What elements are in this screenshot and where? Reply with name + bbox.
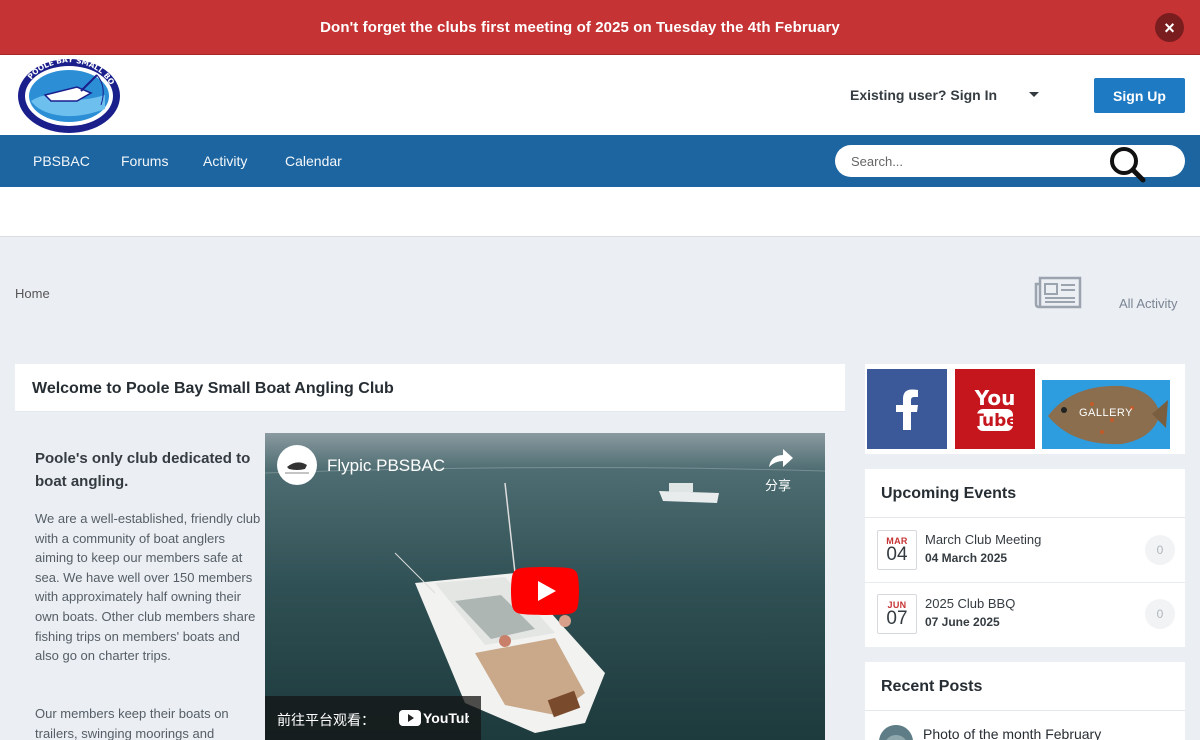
svg-text:You: You: [974, 386, 1016, 410]
event-date: 04 March 2025: [925, 551, 1008, 565]
watch-on-youtube-bar[interactable]: 前往平台观看： YouTube: [265, 696, 481, 740]
youtube-wordmark: YouTube: [423, 710, 469, 726]
upcoming-events-title: Upcoming Events: [881, 485, 1017, 502]
nav-item-pbsbac[interactable]: PBSBAC: [33, 153, 90, 169]
event-date: 07 June 2025: [925, 615, 1000, 629]
video-title[interactable]: Flypic PBSBAC: [327, 456, 445, 476]
divider: [865, 582, 1185, 583]
youtube-icon: You Tube: [972, 386, 1018, 431]
gallery-label: GALLERY: [1078, 407, 1134, 419]
svg-text:Tube: Tube: [972, 411, 1018, 431]
channel-logo-icon: [285, 462, 309, 474]
recent-posts-widget: Recent Posts Photo of the month February: [865, 662, 1185, 740]
main-nav: PBSBAC Forums Activity Calendar: [0, 135, 1200, 187]
event-name[interactable]: March Club Meeting: [925, 532, 1041, 547]
announcement-bar: Don't forget the clubs first meeting of …: [0, 0, 1200, 55]
event-name[interactable]: 2025 Club BBQ: [925, 596, 1015, 611]
welcome-panel-header: Welcome to Poole Bay Small Boat Angling …: [15, 364, 845, 412]
play-icon[interactable]: [511, 567, 579, 615]
video-player[interactable]: Flypic PBSBAC 分享 前往平台观看： YouTube: [265, 433, 825, 740]
chevron-down-icon[interactable]: [1029, 92, 1039, 97]
nav-item-calendar[interactable]: Calendar: [285, 153, 342, 169]
divider: [865, 710, 1185, 711]
close-icon: ×: [1164, 17, 1175, 38]
intro-paragraph: Our members keep their boats on trailers…: [35, 706, 229, 740]
event-item[interactable]: MAR 04 March Club Meeting 04 March 2025 …: [865, 518, 1185, 582]
avatar[interactable]: [879, 725, 913, 740]
page-title: Welcome to Poole Bay Small Boat Angling …: [32, 380, 394, 397]
club-logo-icon[interactable]: POOLE BAY SMALL BOAT A.C: [17, 57, 121, 133]
breadcrumb-home[interactable]: Home: [15, 286, 50, 301]
site-header: POOLE BAY SMALL BOAT A.C Existing user? …: [0, 55, 1200, 135]
event-date-badge: MAR 04: [877, 530, 917, 570]
search-input[interactable]: [851, 151, 1101, 171]
post-thumbnail: [879, 725, 913, 740]
social-links-panel: You Tube GALLERY: [865, 364, 1185, 454]
sub-nav-strip: [0, 187, 1200, 237]
recent-posts-title: Recent Posts: [881, 678, 983, 695]
watch-on-label: 前往平台观看：: [277, 712, 375, 728]
sign-up-button[interactable]: Sign Up: [1094, 78, 1185, 113]
gallery-link[interactable]: GALLERY: [1042, 380, 1170, 449]
channel-avatar[interactable]: [277, 445, 317, 485]
youtube-logo-icon: YouTube: [399, 710, 469, 726]
all-activity-link[interactable]: All Activity: [1119, 296, 1178, 311]
facebook-link[interactable]: [867, 369, 947, 449]
recent-post-title[interactable]: Photo of the month February: [923, 726, 1101, 740]
nav-item-forums[interactable]: Forums: [121, 153, 168, 169]
intro-paragraph: We are a well-established, friendly club…: [35, 511, 261, 664]
search-icon[interactable]: [1107, 145, 1147, 185]
nav-item-activity[interactable]: Activity: [203, 153, 247, 169]
upcoming-events-widget: Upcoming Events MAR 04 March Club Meetin…: [865, 469, 1185, 647]
share-label[interactable]: 分享: [765, 475, 791, 494]
search-box: [835, 145, 1185, 183]
event-attendee-count: 0: [1145, 535, 1175, 565]
announcement-text: Don't forget the clubs first meeting of …: [320, 18, 840, 36]
intro-heading: Poole's only club dedicated to boat angl…: [35, 450, 251, 490]
event-day: 04: [886, 544, 908, 565]
facebook-icon: [896, 389, 918, 430]
youtube-link[interactable]: You Tube: [955, 369, 1035, 449]
event-item[interactable]: JUN 07 2025 Club BBQ 07 June 2025 0: [865, 582, 1185, 646]
share-icon[interactable]: [765, 445, 795, 473]
close-announcement-button[interactable]: ×: [1155, 13, 1184, 42]
event-day: 07: [886, 608, 908, 629]
sign-in-link[interactable]: Existing user? Sign In: [850, 87, 997, 103]
event-date-badge: JUN 07: [877, 594, 917, 634]
newspaper-icon[interactable]: [1034, 276, 1082, 309]
event-attendee-count: 0: [1145, 599, 1175, 629]
